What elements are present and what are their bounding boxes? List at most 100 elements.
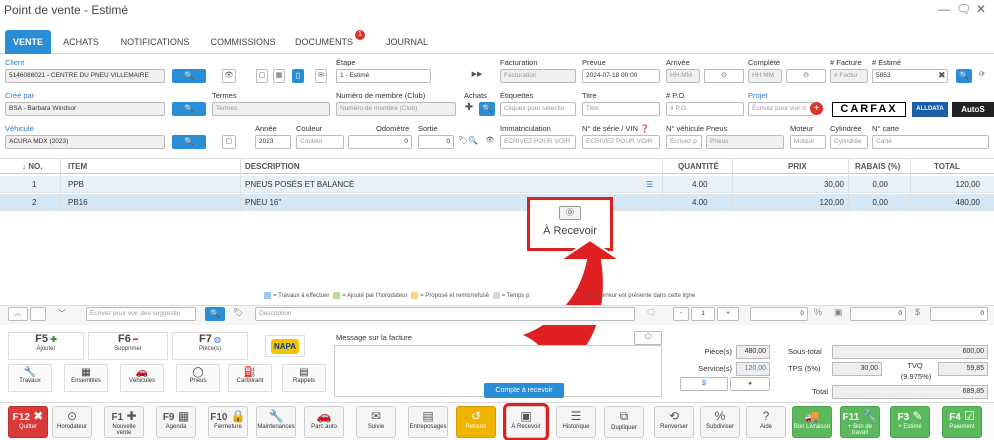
termes-field[interactable]: Termes (212, 102, 330, 116)
camera-icon[interactable]: ▣ (834, 307, 843, 318)
couleur-field[interactable]: Couleur (296, 135, 344, 149)
carte-field[interactable]: Carte (872, 135, 989, 149)
f7-parts-button[interactable]: F7 ◍ Pièce(s) (172, 332, 248, 360)
serie-field[interactable]: ECRIVEZ POUR VOIR (582, 135, 660, 149)
cyl-field[interactable]: Cylindrée (830, 135, 868, 149)
col-item[interactable]: ITEM (68, 162, 87, 171)
f5-add-button[interactable]: F5 ✚ Ajouter (8, 332, 84, 360)
bottom-button-nouvelle-vente[interactable]: F1 ✚ Nouvelle vente (104, 406, 144, 438)
bottom-button-estim[interactable]: F3 ✎ + Estimé (890, 406, 930, 438)
bottom-button-horodateur[interactable]: ⊙ Horodateur (52, 406, 92, 438)
dollar-button[interactable]: $ (680, 377, 728, 391)
carburant-button[interactable]: ⛽ Carburant (228, 364, 272, 392)
discount-input[interactable]: 0 (850, 307, 906, 321)
prevue-field[interactable]: 2024-07-18 00:00 (582, 69, 660, 83)
tab-notifications[interactable]: NOTIFICATIONS (112, 30, 198, 54)
bottom-button-bon-livraison[interactable]: 🚚 Bon Livraison (792, 406, 832, 438)
membre-field[interactable]: Numéro de membre (Club) (336, 102, 456, 116)
annee-field[interactable]: 2023 (255, 135, 291, 149)
square-icon[interactable] (30, 307, 46, 321)
price-input[interactable]: 0 (750, 307, 808, 321)
bottom-button-agenda[interactable]: F9 ▦ Agenda (156, 406, 196, 438)
estime-field[interactable]: 5853 (872, 69, 948, 83)
carfax-logo[interactable]: CARFAX (832, 102, 906, 117)
etiquettes-field[interactable]: Cliquez pour sélectio (500, 102, 576, 116)
tab-documents[interactable]: DOCUMENTS1 (290, 30, 370, 54)
vehicules-button[interactable]: 🚗 Véhicules (120, 364, 164, 392)
col-prix[interactable]: PRIX (788, 162, 807, 171)
clear-estime-icon[interactable]: ✖ (938, 70, 946, 81)
list-icon[interactable]: ☰ (646, 180, 653, 189)
vehicule-search-button[interactable]: 🔍 (172, 135, 206, 149)
entry-search-button[interactable]: 🔍 (205, 307, 225, 321)
col-quantite[interactable]: QUANTITÉ (678, 162, 719, 171)
col-no[interactable]: ↓ NO. (22, 162, 42, 171)
odometre-field[interactable]: 0 (348, 135, 412, 149)
travaux-button[interactable]: 🔧 Travaux (8, 364, 52, 392)
bottom-button-historique[interactable]: ☰ Historique (556, 406, 596, 438)
projet-label[interactable]: Projet (748, 91, 768, 100)
vehicule-label[interactable]: Véhicule (5, 124, 34, 133)
pneus-button[interactable]: ◯ Pneus (176, 364, 220, 392)
sortie-field[interactable]: 0 (418, 135, 454, 149)
chat-icon[interactable]: 🗨 (956, 2, 971, 16)
nveh-field[interactable]: Écrivez p (666, 135, 702, 149)
tab-commissions[interactable]: COMMISSIONS (203, 30, 283, 54)
cree-par-field[interactable]: BSA - Barbara Windsor (5, 102, 165, 116)
bottom-button-suivie[interactable]: ✉ Suivie (356, 406, 396, 438)
bottom-button-retours[interactable]: ↺ Retours (456, 406, 496, 438)
refresh-icon[interactable]: ⟳ (975, 69, 989, 83)
arrivee-clock-icon[interactable]: ⊙ (704, 69, 744, 83)
message-comment-icon[interactable]: 🗨 (634, 331, 662, 345)
rappels-button[interactable]: ▤ Rappels (282, 364, 326, 392)
chevron-down-icon[interactable]: ﹀ (58, 308, 66, 319)
calendar-icon[interactable]: ▦ (273, 69, 285, 83)
titre-field[interactable]: Titre (582, 102, 660, 116)
moteur-field[interactable]: Moteur (790, 135, 826, 149)
phone-icon[interactable]: ▯ (292, 69, 304, 83)
close-icon[interactable]: ✕ (976, 2, 986, 16)
col-description[interactable]: DESCRIPTION (245, 162, 300, 171)
dollar-icon[interactable]: $ (915, 307, 920, 317)
plus-button[interactable]: + (717, 307, 739, 321)
chevron-up-icon[interactable]: ︿ (8, 307, 28, 321)
vehicule-field[interactable]: ACURA MDX (2023) (5, 135, 165, 149)
minus-button[interactable]: - (673, 307, 689, 321)
complete-clock-icon[interactable]: ⊙ (786, 69, 826, 83)
suggest-input[interactable]: Écrivez pour voir des suggestio (86, 307, 196, 321)
client-label[interactable]: Client (5, 58, 24, 67)
achats-search-button[interactable]: 🔍 (479, 102, 495, 116)
bottom-button-subdiviser[interactable]: % Subdiviser (700, 406, 740, 438)
note-icon[interactable]: ▢ (256, 69, 268, 83)
client-field[interactable]: 5146086021 - CENTRE DU PNEU VILLEMAIRE (5, 69, 165, 83)
add-achat-icon[interactable]: ✚ (462, 102, 476, 116)
table-row[interactable]: 2 PB16 PNEU 16" 4.00 120,00 0,00 480,00 (0, 194, 994, 211)
autosoft-logo[interactable]: AutoS (952, 102, 994, 117)
bottom-button-quitter[interactable]: F12 ✖ Quitter (8, 406, 48, 438)
binoculars-icon[interactable]: 👁 (222, 69, 236, 83)
estime-search-button[interactable]: 🔍 (956, 69, 972, 83)
complete-field[interactable]: HH:MM (748, 69, 782, 83)
po-field[interactable]: # P.O. (666, 102, 744, 116)
tag-icon[interactable]: 🏷 (233, 308, 243, 317)
qty-input[interactable]: 1 (691, 307, 715, 321)
facture-field[interactable]: # Factur (830, 69, 868, 83)
arrivee-field[interactable]: HH:MM (666, 69, 700, 83)
napa-logo[interactable]: NAPA (265, 335, 305, 357)
cree-par-search-button[interactable]: 🔍 (172, 102, 206, 116)
bottom-button-aide[interactable]: ? Aide (746, 406, 786, 438)
bottom-button-dupliquer[interactable]: ⧉ Dupliquer (604, 406, 644, 438)
etape-select[interactable]: 1 - Estimé (336, 69, 431, 83)
percent-icon[interactable]: % (814, 307, 822, 317)
f6-delete-button[interactable]: F6 ━ Supprimer (88, 332, 168, 360)
bottom-button-maintenances[interactable]: 🔧 Maintenances (256, 406, 296, 438)
total-input[interactable]: 0 (930, 307, 988, 321)
add-projet-icon[interactable]: + (810, 102, 823, 115)
alldata-logo[interactable]: ALLDATA (912, 102, 948, 117)
forward-icon[interactable]: ▶▶ (470, 69, 484, 83)
bottom-button-bon-de-travail[interactable]: F11 🔧 + Bon de travail (840, 406, 880, 438)
cree-par-label[interactable]: Créé par (5, 91, 34, 100)
tags-icon[interactable]: 🏷🔍 (458, 136, 478, 145)
vehicule-note-icon[interactable]: ▢ (222, 135, 236, 149)
immat-field[interactable]: ECRIVEZ POUR VOIR (500, 135, 576, 149)
